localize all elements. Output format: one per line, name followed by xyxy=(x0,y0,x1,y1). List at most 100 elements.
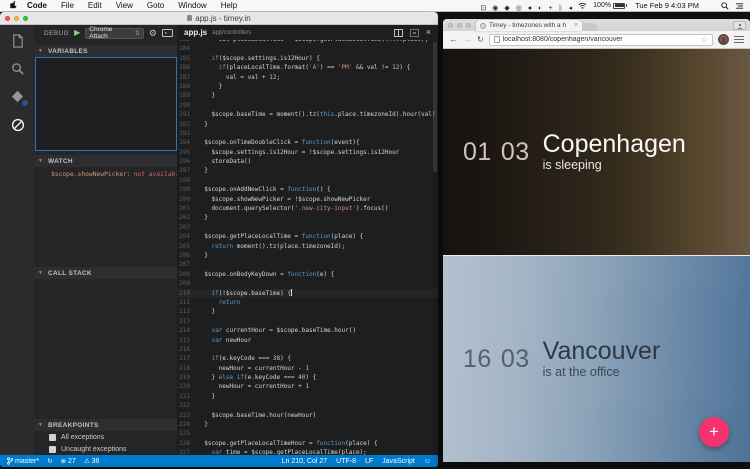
open-preview-icon[interactable] xyxy=(410,29,419,37)
code-line-193[interactable]: 193 xyxy=(177,129,438,138)
code-line-203[interactable]: 203 xyxy=(177,223,438,232)
code-line-208[interactable]: 208 $scope.onBodyKeyDown = function(e) { xyxy=(177,270,438,279)
code-line-196[interactable]: 196 storeData() xyxy=(177,157,438,166)
git-branch-status[interactable]: master* xyxy=(7,457,39,465)
back-button[interactable]: ← xyxy=(449,35,458,44)
encoding-status[interactable]: UTF-8 xyxy=(336,458,356,465)
minimize-window-button[interactable] xyxy=(457,23,462,28)
browser-tab[interactable]: Timey - timezones with a h × xyxy=(476,20,582,31)
code-line-222[interactable]: 222 xyxy=(177,401,438,410)
app-status-icon-3[interactable]: ● xyxy=(528,5,532,12)
minimize-window-button[interactable] xyxy=(14,16,19,21)
breakpoints-section-header[interactable]: ▾ BREAKPOINTS xyxy=(35,419,177,431)
code-line-205[interactable]: 205 return moment().tz(place.timezoneId)… xyxy=(177,242,438,251)
app-status-icon-2[interactable]: ◆ xyxy=(504,5,509,12)
battery-indicator[interactable]: 100% xyxy=(593,2,627,9)
feedback-smiley-icon[interactable]: ☺ xyxy=(424,458,431,465)
code-line-191[interactable]: 191 $scope.baseTime = moment().tz(this.p… xyxy=(177,110,438,119)
sync-status-button[interactable]: ↻ xyxy=(47,457,52,465)
code-line-206[interactable]: 206 } xyxy=(177,251,438,260)
debug-config-select[interactable]: Chrome Attach ⇅ xyxy=(85,28,144,39)
code-line-198[interactable]: 198 xyxy=(177,176,438,185)
debug-icon[interactable] xyxy=(9,116,26,133)
zoom-window-button[interactable] xyxy=(466,23,471,28)
configure-gear-icon[interactable]: ⚙ xyxy=(149,29,157,38)
code-line-213[interactable]: 213 xyxy=(177,317,438,326)
code-line-197[interactable]: 197 } xyxy=(177,166,438,175)
code-line-220[interactable]: 220 newHour = currentHour + 1 xyxy=(177,382,438,391)
variables-section-header[interactable]: ▾ VARIABLES xyxy=(35,45,177,57)
eol-status[interactable]: LF xyxy=(365,458,373,465)
vscode-titlebar[interactable]: app.js - timey.in xyxy=(0,12,438,25)
start-debug-button[interactable]: ▶ xyxy=(74,29,80,37)
callstack-section-header[interactable]: ▾ CALL STACK xyxy=(35,267,177,279)
code-line-190[interactable]: 190 xyxy=(177,101,438,110)
code-line-221[interactable]: 221 } xyxy=(177,392,438,401)
code-line-215[interactable]: 215 var newHour xyxy=(177,336,438,345)
address-bar[interactable]: localhost:8080/copenhagen/vancouver ☆ xyxy=(489,34,713,46)
zoom-window-button[interactable] xyxy=(23,16,28,21)
breakpoint-item[interactable]: All exceptions xyxy=(35,432,177,443)
volume-icon[interactable]: ◂ xyxy=(569,5,573,12)
breakpoint-checkbox[interactable] xyxy=(49,434,56,441)
menu-item-code[interactable]: Code xyxy=(20,0,54,12)
code-line-188[interactable]: 188 } xyxy=(177,82,438,91)
reload-button[interactable]: ↻ xyxy=(477,35,484,44)
menu-item-edit[interactable]: Edit xyxy=(81,0,109,12)
add-city-fab[interactable]: + xyxy=(699,417,729,447)
menu-item-goto[interactable]: Goto xyxy=(140,0,171,12)
code-line-217[interactable]: 217 if(e.keyCode === 38) { xyxy=(177,354,438,363)
code-line-210[interactable]: 210 if(!$scope.baseTime) { xyxy=(177,289,438,298)
bluetooth-icon[interactable]: ᛒ xyxy=(558,5,562,12)
code-area[interactable]: 183 val placeLocalTime = $scope.getPlace… xyxy=(177,40,438,455)
language-status[interactable]: JavaScript xyxy=(382,458,415,465)
app-status-icon-4[interactable]: ◐ xyxy=(538,5,542,12)
code-line-223[interactable]: 223 $scope.baseTime.hour(newHour) xyxy=(177,411,438,420)
menu-item-window[interactable]: Window xyxy=(171,0,213,12)
warnings-status[interactable]: ⚠36 xyxy=(84,457,100,465)
code-line-207[interactable]: 207 xyxy=(177,260,438,269)
notification-center-icon[interactable] xyxy=(735,2,744,10)
code-line-186[interactable]: 186 if(placeLocalTime.format('A') == 'PM… xyxy=(177,63,438,72)
code-line-187[interactable]: 187 val = val + 12; xyxy=(177,73,438,82)
code-line-226[interactable]: 226 $scope.getPlaceLocalTimeHour = funct… xyxy=(177,439,438,448)
city-time[interactable]: 1603 xyxy=(463,345,530,374)
profile-button[interactable] xyxy=(733,21,746,30)
code-line-185[interactable]: 185 if($scope.settings.is12Hour) { xyxy=(177,54,438,63)
code-line-201[interactable]: 201 document.querySelector('.new-city-in… xyxy=(177,204,438,213)
close-window-button[interactable] xyxy=(5,16,10,21)
display-mirroring-icon[interactable]: ⊡ xyxy=(480,5,486,12)
code-line-219[interactable]: 219 } else if(e.keyCode === 40) { xyxy=(177,373,438,382)
sync-status-icon[interactable]: ◎ xyxy=(516,5,522,12)
code-line-216[interactable]: 216 xyxy=(177,345,438,354)
errors-status[interactable]: ⊗27 xyxy=(61,457,76,465)
code-line-184[interactable]: 184 xyxy=(177,44,438,53)
cursor-position-status[interactable]: Ln 210, Col 27 xyxy=(282,458,328,465)
tab-close-icon[interactable]: × xyxy=(574,22,578,29)
code-line-194[interactable]: 194 $scope.onTimeDoubleClick = function(… xyxy=(177,138,438,147)
search-icon[interactable] xyxy=(9,60,26,77)
spotlight-icon[interactable] xyxy=(721,2,729,10)
code-line-209[interactable]: 209 xyxy=(177,279,438,288)
menubar-clock[interactable]: Tue Feb 9 4:03 PM xyxy=(635,1,699,10)
menu-item-file[interactable]: File xyxy=(54,0,81,12)
city-section-copenhagen[interactable]: 0103Copenhagenis sleeping xyxy=(443,49,750,255)
code-line-204[interactable]: 204 $scope.getPlaceLocalTime = function(… xyxy=(177,232,438,241)
watch-section-header[interactable]: ▾ WATCH xyxy=(35,155,177,167)
code-line-225[interactable]: 225 xyxy=(177,429,438,438)
code-line-195[interactable]: 195 $scope.settings.is12Hour = !$scope.s… xyxy=(177,148,438,157)
code-line-212[interactable]: 212 } xyxy=(177,307,438,316)
forward-button[interactable]: → xyxy=(463,35,472,44)
code-line-199[interactable]: 199 $scope.onAddNewClick = function() { xyxy=(177,185,438,194)
close-window-button[interactable] xyxy=(448,23,453,28)
editor-scrollbar[interactable] xyxy=(433,42,437,172)
city-time[interactable]: 0103 xyxy=(463,138,530,167)
code-line-183[interactable]: 183 val placeLocalTime = $scope.getPlace… xyxy=(177,40,438,44)
git-icon[interactable] xyxy=(9,88,26,105)
url-text[interactable]: localhost:8080/copenhagen/vancouver xyxy=(503,36,698,43)
code-line-202[interactable]: 202 } xyxy=(177,213,438,222)
menu-item-help[interactable]: Help xyxy=(214,0,244,12)
apple-menu-icon[interactable] xyxy=(6,1,20,10)
wifi-icon[interactable] xyxy=(578,2,587,9)
code-line-218[interactable]: 218 newHour = currentHour - 1 xyxy=(177,364,438,373)
